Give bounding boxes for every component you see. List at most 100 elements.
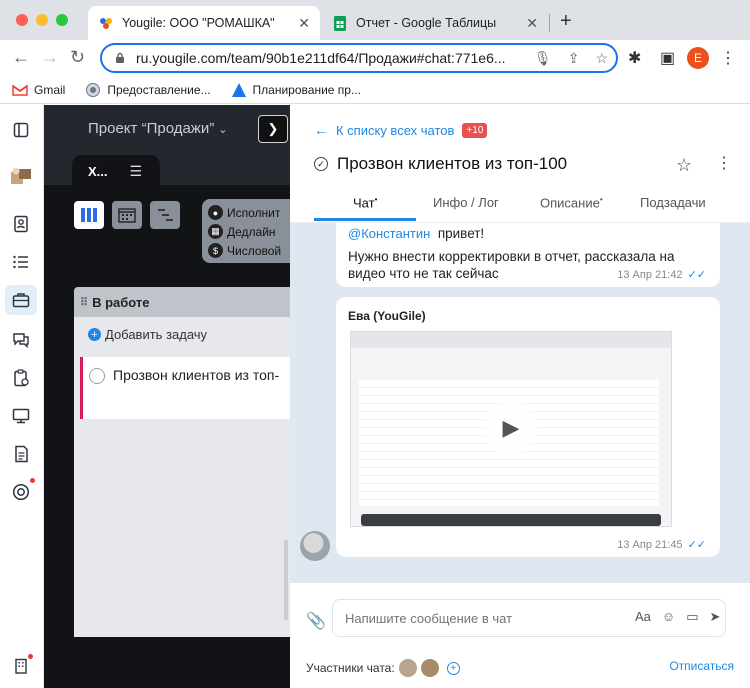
emoji-icon[interactable]: ☺: [662, 609, 675, 625]
reload-icon[interactable]: ↻: [70, 47, 85, 68]
sidebar-toggle-icon[interactable]: [10, 119, 32, 141]
bookmark-item[interactable]: Предоставление...: [85, 82, 211, 98]
browser-tabbar: Yougile: ООО "РОМАШКА" ✕ Отчет - Google …: [0, 0, 750, 40]
column-header[interactable]: ⠿ В работе: [74, 287, 290, 317]
filters-panel[interactable]: ● Исполнит ▦ Дедлайн $ Числовой: [202, 199, 290, 263]
share-icon[interactable]: ⇪: [568, 50, 580, 67]
task-card[interactable]: Прозвон клиентов из топ-: [80, 357, 290, 419]
company-logo-icon[interactable]: [10, 165, 32, 187]
minimize-window-button[interactable]: [36, 14, 48, 26]
tab-description[interactable]: Описание•: [540, 195, 603, 210]
monitor-icon[interactable]: [10, 405, 32, 427]
browser-menu-icon[interactable]: ⋮: [720, 48, 736, 68]
google-sheets-icon: [332, 15, 348, 31]
briefcase-icon[interactable]: [5, 285, 37, 315]
tab-info-log[interactable]: Инфо / Лог: [433, 195, 499, 210]
message-bubble: @Константин привет! Нужно внести коррект…: [336, 223, 720, 287]
collapse-panel-button[interactable]: ❯: [258, 115, 288, 143]
more-options-icon[interactable]: ⋮: [716, 153, 732, 173]
video-attachment[interactable]: ▶: [350, 331, 672, 527]
message-composer: 📎 Aa ☺ ▭ ➤ Участники чата: + Отписаться: [290, 583, 750, 688]
board-body: ● Исполнит ▦ Дедлайн $ Числовой ⠿ В работе …: [44, 185, 290, 688]
extensions-icon[interactable]: ✱: [628, 48, 641, 68]
text-format-icon[interactable]: Aa: [635, 609, 651, 625]
message-feed: @Константин привет! Нужно внести коррект…: [290, 223, 750, 583]
maximize-window-button[interactable]: [56, 14, 68, 26]
bookmark-star-icon[interactable]: ☆: [595, 50, 608, 67]
chat-panel: ← К списку всех чатов +10 ✓ Прозвон клие…: [290, 105, 750, 688]
active-tab-indicator: [314, 218, 416, 221]
play-icon[interactable]: ▶: [483, 400, 539, 456]
board-scrollbar[interactable]: [284, 540, 288, 620]
dollar-icon: $: [208, 243, 223, 258]
task-checkbox[interactable]: [89, 368, 105, 384]
star-icon[interactable]: ☆: [676, 155, 692, 176]
list-icon[interactable]: [10, 251, 32, 273]
avatar[interactable]: [420, 659, 439, 677]
contacts-icon[interactable]: [10, 213, 32, 235]
message-timestamp: 13 Апр 21:42 ✓✓: [617, 268, 706, 282]
filter-assignee[interactable]: ● Исполнит: [208, 203, 290, 222]
clipboard-icon[interactable]: [10, 367, 32, 389]
bookmark-gmail[interactable]: Gmail: [12, 82, 65, 98]
user-mention[interactable]: @Константин: [348, 226, 430, 241]
filter-numeric[interactable]: $ Числовой: [208, 241, 290, 260]
menu-icon[interactable]: ☰: [130, 163, 143, 180]
lock-icon: [116, 52, 124, 63]
address-bar[interactable]: ru.yougile.com/team/90b1e211df64/Продажи…: [100, 43, 618, 73]
avatar[interactable]: [300, 531, 330, 561]
notification-dot: [28, 654, 33, 659]
project-title[interactable]: Проект “Продажи” ⌄: [88, 120, 227, 137]
message-author: Ева (YouGile): [348, 309, 426, 323]
browser-tab-yougile[interactable]: Yougile: ООО "РОМАШКА" ✕: [88, 6, 320, 40]
message-bubble: Ева (YouGile) ▶ 13 Апр 21:45 ✓✓: [336, 297, 720, 557]
check-circle-icon[interactable]: ✓: [314, 157, 328, 171]
calendar-view-button[interactable]: [112, 201, 142, 229]
profile-avatar[interactable]: E: [687, 47, 709, 69]
avatar[interactable]: [398, 659, 417, 677]
microphone-icon[interactable]: 🎙: [534, 50, 552, 67]
side-panel-icon[interactable]: ▣: [660, 48, 675, 68]
gmail-icon: [12, 84, 28, 96]
column-title: В работе: [92, 294, 150, 310]
add-task-button[interactable]: + Добавить задачу: [88, 327, 207, 342]
chat-icon[interactable]: [10, 329, 32, 351]
bookmark-item[interactable]: Планирование пр...: [231, 82, 361, 98]
new-tab-button[interactable]: +: [560, 10, 572, 33]
close-tab-icon[interactable]: ✕: [298, 15, 310, 32]
drag-handle-icon[interactable]: ⠿: [80, 296, 88, 309]
arrow-left-icon: ←: [314, 122, 328, 138]
close-tab-icon[interactable]: ✕: [526, 15, 538, 32]
send-icon[interactable]: ➤: [709, 609, 720, 625]
back-to-chats-link[interactable]: ← К списку всех чатов +10: [314, 122, 488, 138]
plus-icon: +: [88, 328, 101, 341]
message-timestamp: 13 Апр 21:45 ✓✓: [617, 538, 706, 552]
notification-dot: [30, 478, 35, 483]
gantt-view-button[interactable]: [150, 201, 180, 229]
board-tab[interactable]: Х... ☰: [72, 155, 160, 187]
add-participant-icon[interactable]: +: [446, 661, 460, 675]
tab-chat[interactable]: Чат•: [353, 195, 377, 210]
close-window-button[interactable]: [16, 14, 28, 26]
back-arrow-icon[interactable]: ←: [12, 47, 30, 68]
bookmarks-bar: Gmail Предоставление... Планирование пр.…: [0, 76, 750, 104]
forward-arrow-icon[interactable]: →: [41, 47, 59, 68]
read-checkmarks-icon: ✓✓: [687, 269, 706, 281]
filter-deadline[interactable]: ▦ Дедлайн: [208, 222, 290, 241]
browser-tab-sheets[interactable]: Отчет - Google Таблицы ✕: [322, 6, 548, 40]
unread-badge: +10: [462, 122, 488, 138]
document-icon[interactable]: [10, 443, 32, 465]
kanban-view-button[interactable]: [74, 201, 104, 229]
chat-tabs: Чат• Инфо / Лог Описание• Подзадачи: [290, 191, 750, 223]
column-body: + Добавить задачу Прозвон клиентов из то…: [74, 317, 290, 637]
bookmark-label: Gmail: [34, 82, 66, 97]
chat-participants: Участники чата: +: [306, 659, 460, 677]
tab-separator: [549, 14, 550, 32]
support-icon[interactable]: [10, 481, 32, 503]
tab-subtasks[interactable]: Подзадачи: [640, 195, 706, 210]
unsubscribe-link[interactable]: Отписаться: [669, 659, 734, 673]
url-text: ru.yougile.com/team/90b1e211df64/Продажи…: [136, 50, 506, 66]
video-record-icon[interactable]: ▭: [686, 609, 698, 625]
paperclip-icon[interactable]: 📎: [306, 611, 326, 631]
calendar-icon: ▦: [208, 224, 223, 239]
